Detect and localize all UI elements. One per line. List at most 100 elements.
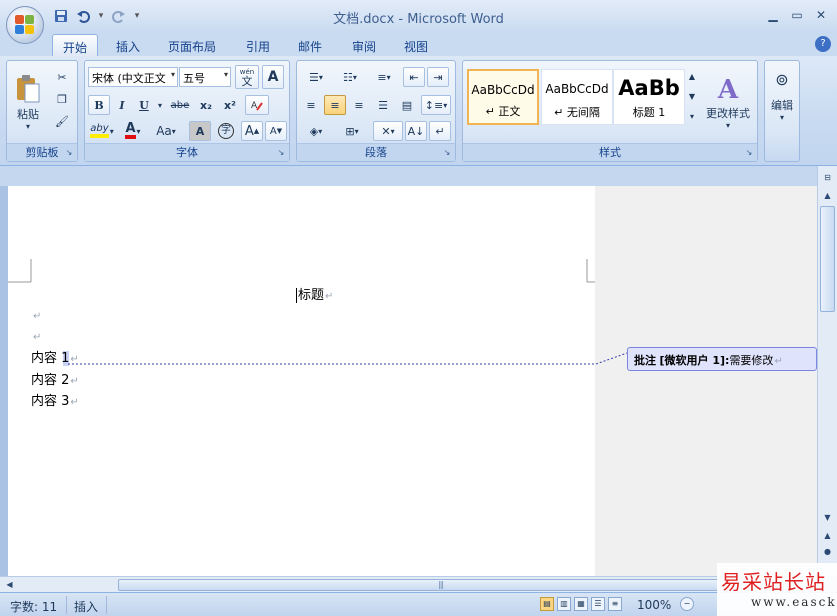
tab-references[interactable]: 引用 — [236, 34, 280, 56]
bullets-button[interactable]: ☰ ▾ — [300, 67, 332, 87]
styles-scroll-down-icon[interactable]: ▼ — [685, 87, 699, 105]
font-color-button[interactable]: A ▾ — [119, 121, 147, 141]
ruler-toggle-icon[interactable]: ⊟ — [820, 170, 835, 185]
align-center-icon[interactable]: ≡ — [324, 95, 346, 115]
draft-view-icon[interactable]: ≡ — [608, 597, 622, 611]
chinese-layout-button[interactable]: ✕ ▾ — [373, 121, 403, 141]
style-normal[interactable]: AaBbCcDd ↵ 正文 — [467, 69, 539, 125]
vertical-scroll-thumb[interactable] — [820, 206, 835, 312]
tab-insert[interactable]: 插入 — [106, 34, 150, 56]
scroll-left-icon[interactable]: ◀ — [2, 577, 17, 592]
styles-scroll-up-icon[interactable]: ▲ — [685, 67, 699, 85]
paste-button[interactable]: 粘贴 ▾ — [11, 65, 45, 139]
increase-indent-icon[interactable]: ⇥ — [427, 67, 449, 87]
cut-icon[interactable]: ✂ — [51, 67, 73, 87]
paragraph-launcher-icon[interactable]: ↘ — [442, 148, 452, 158]
comment-balloon[interactable]: 批注 [微软用户 1]:需要修改↵ — [627, 347, 817, 371]
sort-icon[interactable]: A↓ — [405, 121, 427, 141]
clear-formatting-icon[interactable]: A — [245, 95, 269, 115]
editing-button[interactable]: ⊚ 编辑 ▾ — [766, 65, 798, 145]
minimize-button[interactable]: ▁ — [763, 6, 783, 24]
align-left-icon[interactable]: ≡ — [300, 95, 322, 115]
comment-author: [微软用户 1]: — [659, 354, 730, 367]
character-border-button[interactable]: A — [262, 65, 284, 89]
document-area: 标题↵ ↵ ↵ 内容 1↵ 内容 2↵ 内容 3↵ — [0, 186, 817, 576]
word-count[interactable]: 字数: 11 — [10, 598, 57, 615]
editing-group: ⊚ 编辑 ▾ — [764, 60, 800, 162]
tab-page-layout[interactable]: 页面布局 — [158, 34, 226, 56]
underline-dropdown-icon[interactable]: ▾ — [155, 95, 165, 115]
tab-view[interactable]: 视图 — [394, 34, 438, 56]
horizontal-scrollbar[interactable]: ◀ — [0, 576, 817, 592]
help-icon[interactable]: ? — [815, 36, 831, 52]
format-painter-icon[interactable]: 🖌 — [51, 111, 73, 131]
font-size-combo[interactable]: 五号 ▾ — [179, 67, 231, 87]
copy-icon[interactable]: ❐ — [51, 89, 73, 109]
multilevel-list-button[interactable]: ≡ ▾ — [368, 67, 400, 87]
character-shading-button[interactable]: A — [189, 121, 211, 141]
scroll-down-icon[interactable]: ▼ — [820, 510, 835, 525]
vertical-scrollbar[interactable]: ⊟ ▲ ▼ ▲ ● — [817, 166, 837, 576]
highlight-icon: aby — [90, 124, 109, 138]
bold-button[interactable]: B — [88, 95, 110, 115]
scroll-up-icon[interactable]: ▲ — [820, 188, 835, 203]
font-name-combo[interactable]: 宋体 (中文正文 ▾ — [88, 67, 178, 87]
zoom-level[interactable]: 100% — [637, 598, 671, 612]
office-button[interactable] — [6, 6, 44, 44]
italic-button[interactable]: I — [112, 95, 132, 115]
site-watermark: 易采站长站 www.easck.com — [717, 563, 837, 616]
subscript-button[interactable]: x₂ — [195, 95, 217, 115]
change-styles-icon: A — [717, 74, 739, 105]
select-browse-object-icon[interactable]: ● — [820, 544, 835, 559]
highlight-button[interactable]: aby ▾ — [88, 121, 116, 141]
enclose-characters-button[interactable]: 字 — [215, 121, 237, 141]
binoculars-icon: ⊚ — [775, 70, 789, 89]
strikethrough-button[interactable]: abe — [167, 95, 193, 115]
justify-icon[interactable]: ☰ — [372, 95, 394, 115]
ribbon-tabs: 开始 插入 页面布局 引用 邮件 审阅 视图 ? — [0, 32, 837, 56]
decrease-indent-icon[interactable]: ⇤ — [403, 67, 425, 87]
full-screen-reading-icon[interactable]: ▥ — [557, 597, 571, 611]
paste-dropdown-icon: ▾ — [25, 121, 30, 131]
grow-font-button[interactable]: A ▲ — [241, 121, 263, 141]
maximize-button[interactable]: ▭ — [787, 6, 807, 24]
change-styles-button[interactable]: A 更改样式 ▾ — [701, 65, 755, 139]
shading-button[interactable]: ◈ ▾ — [300, 121, 332, 141]
phonetic-guide-button[interactable]: wén 文 — [235, 65, 259, 89]
font-name-dropdown-icon: ▾ — [170, 70, 175, 79]
print-layout-view-icon[interactable]: ▤ — [540, 597, 554, 611]
font-size-value: 五号 — [183, 72, 205, 85]
line-spacing-button[interactable]: ↕≡ ▾ — [421, 95, 451, 115]
align-right-icon[interactable]: ≡ — [348, 95, 370, 115]
superscript-button[interactable]: x² — [219, 95, 241, 115]
shrink-font-button[interactable]: A ▼ — [265, 121, 287, 141]
outline-view-icon[interactable]: ☰ — [591, 597, 605, 611]
style-normal-name: ↵ 正文 — [485, 105, 521, 118]
underline-button[interactable]: U — [134, 95, 154, 115]
font-launcher-icon[interactable]: ↘ — [276, 148, 286, 158]
distributed-icon[interactable]: ▤ — [396, 95, 418, 115]
web-layout-icon[interactable]: ▦ — [574, 597, 588, 611]
style-no-spacing[interactable]: AaBbCcDd ↵ 无间隔 — [541, 69, 613, 125]
editing-label: 编辑 — [771, 99, 793, 112]
styles-more-icon[interactable]: ▾ — [685, 107, 699, 125]
paragraph-group: ☰ ▾ ☷ ▾ ≡ ▾ ⇤ ⇥ ≡ ≡ ≡ ☰ ▤ ↕≡ ▾ ◈ ▾ ⊞ ▾ ✕ ▾ A↓ ↵… — [296, 60, 456, 162]
tab-mailings[interactable]: 邮件 — [288, 34, 332, 56]
tab-home[interactable]: 开始 — [52, 34, 99, 56]
paste-label: 粘贴 — [17, 107, 39, 121]
comment-text: 需要修改 — [729, 354, 774, 367]
font-group-label: 字体 — [85, 143, 289, 161]
font-size-dropdown-icon: ▾ — [223, 70, 228, 79]
zoom-out-icon[interactable]: − — [680, 597, 694, 611]
insert-mode[interactable]: 插入 — [74, 598, 98, 615]
show-marks-icon[interactable]: ↵ — [429, 121, 451, 141]
style-heading-1[interactable]: AaBb 标题 1 — [613, 69, 685, 125]
clipboard-launcher-icon[interactable]: ↘ — [64, 148, 74, 158]
numbering-button[interactable]: ☷ ▾ — [334, 67, 366, 87]
tab-review[interactable]: 审阅 — [342, 34, 386, 56]
styles-launcher-icon[interactable]: ↘ — [744, 148, 754, 158]
previous-page-icon[interactable]: ▲ — [820, 528, 835, 543]
close-button[interactable]: ✕ — [811, 6, 831, 24]
borders-button[interactable]: ⊞ ▾ — [336, 121, 368, 141]
change-case-button[interactable]: Aa ▾ — [151, 121, 181, 141]
